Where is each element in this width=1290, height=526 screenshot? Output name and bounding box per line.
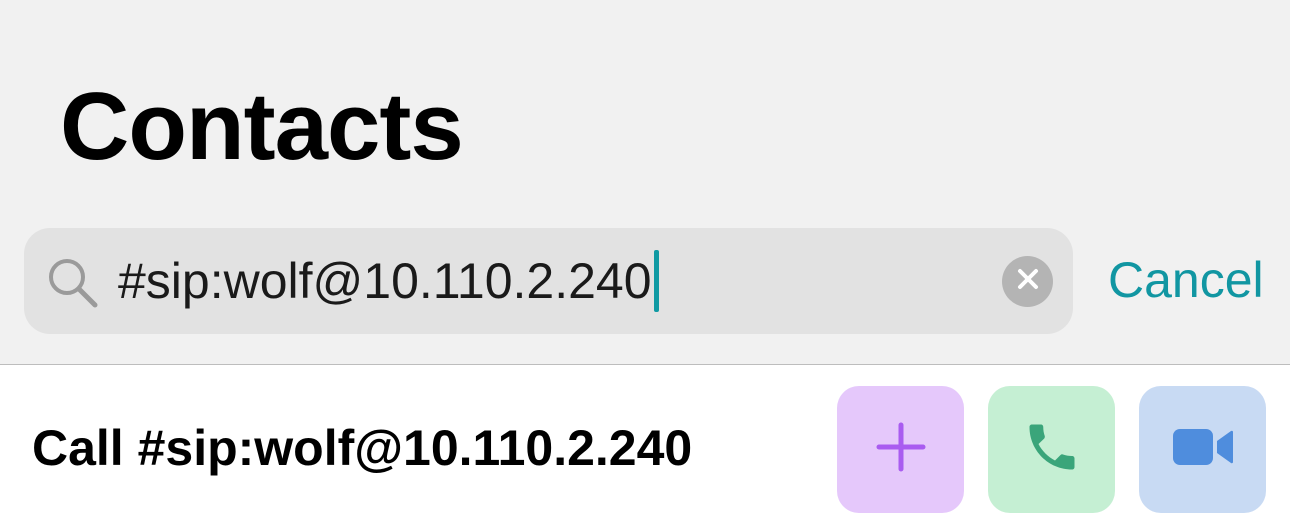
- call-result-label: Call #sip:wolf@10.110.2.240: [32, 420, 693, 476]
- page-title: Contacts: [60, 73, 464, 180]
- clear-search-button[interactable]: [1002, 256, 1053, 307]
- search-input-value: #sip:wolf@10.110.2.240: [118, 253, 652, 309]
- contacts-screen: Contacts #sip:wolf@10.110.2.240 Cancel C…: [0, 0, 1290, 526]
- text-caret: [653, 250, 659, 312]
- header: Contacts #sip:wolf@10.110.2.240 Cancel: [0, 0, 1290, 364]
- search-icon: [46, 256, 98, 308]
- plus-icon: [873, 419, 929, 480]
- close-icon: [1016, 267, 1040, 296]
- cancel-button[interactable]: Cancel: [1108, 249, 1264, 311]
- phone-icon: [1022, 417, 1082, 482]
- add-contact-button[interactable]: [837, 386, 964, 513]
- video-call-button[interactable]: [1139, 386, 1266, 513]
- audio-call-button[interactable]: [988, 386, 1115, 513]
- video-camera-icon: [1171, 425, 1235, 474]
- call-result-row[interactable]: Call #sip:wolf@10.110.2.240: [0, 365, 1290, 526]
- search-bar[interactable]: #sip:wolf@10.110.2.240: [24, 228, 1073, 334]
- search-input[interactable]: #sip:wolf@10.110.2.240: [118, 250, 659, 312]
